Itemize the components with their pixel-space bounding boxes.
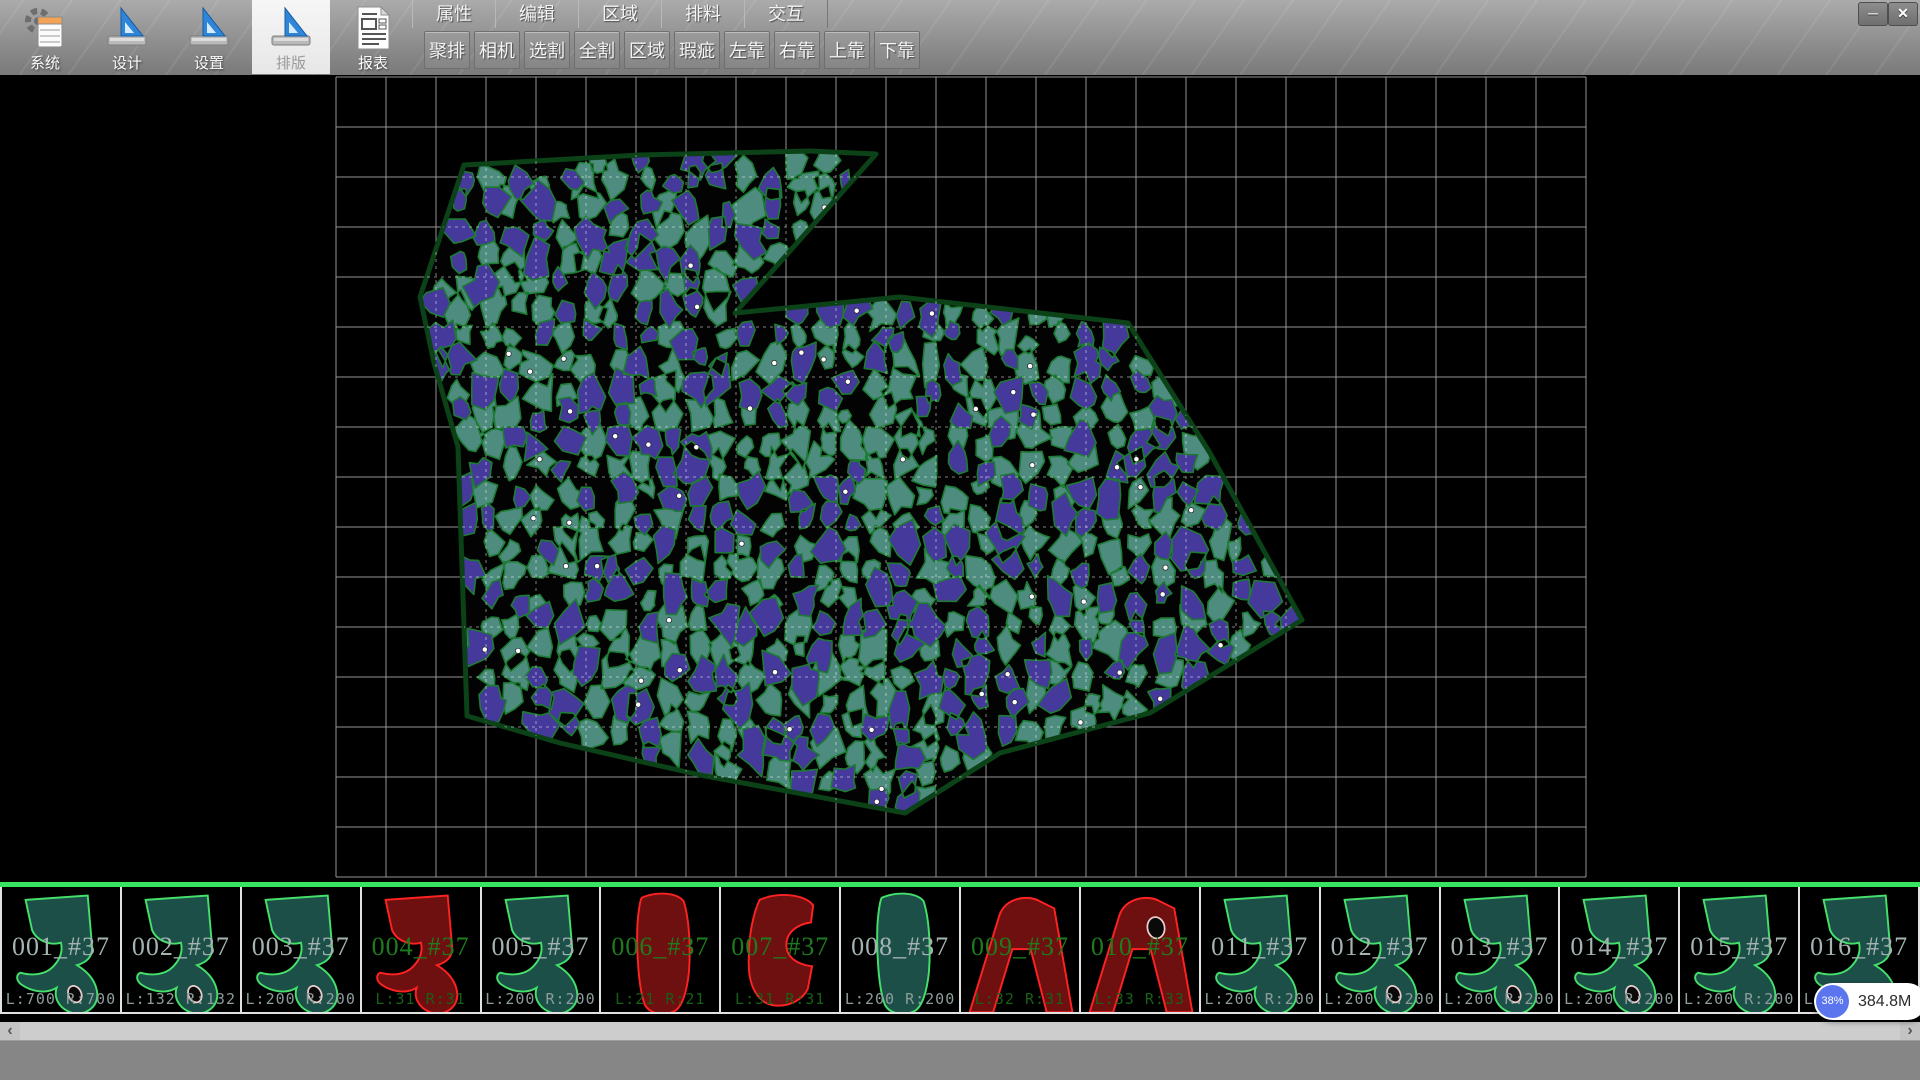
piece-lr-count: L:32 R:31: [961, 990, 1079, 1008]
piece-id-label: 013_#37: [1441, 932, 1559, 962]
menu-tab-3[interactable]: 区域: [578, 0, 662, 28]
piece-cell-4[interactable]: 004_#37 L:31 R:31: [362, 887, 482, 1014]
progress-badge[interactable]: 38% 384.8M: [1814, 983, 1920, 1020]
piece-cell-2[interactable]: 002_#37 L:132 R:132: [122, 887, 242, 1014]
piece-id-label: 001_#37: [2, 932, 120, 962]
report-icon: [349, 4, 397, 52]
scroll-left-arrow-icon[interactable]: ‹: [0, 1022, 20, 1040]
tool-button-3[interactable]: 选割: [524, 31, 570, 69]
app-button-3[interactable]: 设置: [170, 0, 248, 74]
piece-cell-14[interactable]: 014_#37 L:200 R:200: [1560, 887, 1680, 1014]
menu-tab-4[interactable]: 排料: [661, 0, 745, 28]
progress-percent: 38%: [1816, 985, 1849, 1018]
piece-cell-6[interactable]: 006_#37 L:21 R:21: [601, 887, 721, 1014]
settings-icon: [185, 4, 233, 52]
app-button-5[interactable]: 报表: [334, 0, 412, 74]
piece-id-label: 008_#37: [841, 932, 959, 962]
system-icon: [21, 4, 69, 52]
piece-lr-count: L:200 R:200: [1560, 990, 1678, 1008]
piece-cell-1[interactable]: 001_#37 L:700 R:700: [0, 887, 122, 1014]
piece-id-label: 010_#37: [1081, 932, 1199, 962]
piece-id-label: 009_#37: [961, 932, 1079, 962]
piece-cell-8[interactable]: 008_#37 L:200 R:200: [841, 887, 961, 1014]
app-button-4[interactable]: 排版: [252, 0, 330, 74]
piece-id-label: 004_#37: [362, 932, 480, 962]
piece-cell-13[interactable]: 013_#37 L:200 R:200: [1441, 887, 1561, 1014]
piece-id-label: 012_#37: [1321, 932, 1439, 962]
memory-size-label: 384.8M: [1858, 983, 1911, 1020]
layout-icon: [267, 4, 315, 52]
piece-lr-count: L:21 R:21: [601, 990, 719, 1008]
piece-lr-count: L:200 R:200: [242, 990, 360, 1008]
piece-lr-count: L:33 R:33: [1081, 990, 1199, 1008]
piece-lr-count: L:200 R:200: [482, 990, 600, 1008]
app-button-2[interactable]: 设计: [88, 0, 166, 74]
piece-id-label: 002_#37: [122, 932, 240, 962]
nesting-canvas[interactable]: [0, 75, 1920, 882]
tool-button-1[interactable]: 聚排: [424, 31, 470, 69]
app-button-label: 排版: [252, 52, 330, 73]
app-button-label: 系统: [6, 52, 84, 73]
piece-id-label: 003_#37: [242, 932, 360, 962]
app-button-1[interactable]: 系统: [6, 0, 84, 74]
app-button-label: 报表: [334, 52, 412, 73]
piece-cell-7[interactable]: 007_#37 L:31 R:31: [721, 887, 841, 1014]
tool-button-9[interactable]: 上靠: [824, 31, 870, 69]
piece-cell-10[interactable]: 010_#37 L:33 R:33: [1081, 887, 1201, 1014]
menu-tab-2[interactable]: 编辑: [495, 0, 579, 28]
tool-button-6[interactable]: 瑕疵: [674, 31, 720, 69]
piece-id-label: 016_#37: [1800, 932, 1918, 962]
piece-id-label: 005_#37: [482, 932, 600, 962]
menu-tab-5[interactable]: 交互: [744, 0, 828, 28]
piece-library-strip: 001_#37L:700 R:700002_#37L:132 R:132003_…: [0, 882, 1920, 1022]
piece-cells: 001_#37L:700 R:700002_#37L:132 R:132003_…: [0, 887, 1920, 1014]
piece-lr-count: L:31 R:31: [362, 990, 480, 1008]
piece-cell-3[interactable]: 003_#37 L:200 R:200: [242, 887, 362, 1014]
piece-cell-12[interactable]: 012_#37 L:200 R:200: [1321, 887, 1441, 1014]
piece-id-label: 007_#37: [721, 932, 839, 962]
app-button-label: 设计: [88, 52, 166, 73]
horizontal-scrollbar[interactable]: ‹ ›: [0, 1022, 1920, 1040]
minimize-button[interactable]: ─: [1858, 2, 1888, 26]
piece-lr-count: L:200 R:200: [1680, 990, 1798, 1008]
piece-id-label: 006_#37: [601, 932, 719, 962]
tool-button-4[interactable]: 全割: [574, 31, 620, 69]
status-bar: [0, 1040, 1920, 1080]
piece-id-label: 014_#37: [1560, 932, 1678, 962]
piece-cell-9[interactable]: 009_#37 L:32 R:31: [961, 887, 1081, 1014]
design-icon: [103, 4, 151, 52]
piece-id-label: 011_#37: [1201, 932, 1319, 962]
piece-lr-count: L:200 R:200: [1321, 990, 1439, 1008]
piece-cell-5[interactable]: 005_#37 L:200 R:200: [482, 887, 602, 1014]
scroll-right-arrow-icon[interactable]: ›: [1900, 1022, 1920, 1040]
piece-id-label: 015_#37: [1680, 932, 1798, 962]
menu-tab-1[interactable]: 属性: [412, 0, 496, 28]
tool-button-5[interactable]: 区域: [624, 31, 670, 69]
close-button[interactable]: ✕: [1888, 2, 1918, 26]
tool-button-2[interactable]: 相机: [474, 31, 520, 69]
piece-lr-count: L:200 R:200: [1201, 990, 1319, 1008]
piece-lr-count: L:200 R:200: [841, 990, 959, 1008]
piece-lr-count: L:200 R:200: [1441, 990, 1559, 1008]
piece-lr-count: L:132 R:132: [122, 990, 240, 1008]
tool-button-10[interactable]: 下靠: [874, 31, 920, 69]
piece-cell-15[interactable]: 015_#37 L:200 R:200: [1680, 887, 1800, 1014]
piece-cell-11[interactable]: 011_#37 L:200 R:200: [1201, 887, 1321, 1014]
piece-lr-count: L:700 R:700: [2, 990, 120, 1008]
app-button-label: 设置: [170, 52, 248, 73]
piece-lr-count: L:31 R:31: [721, 990, 839, 1008]
tool-button-8[interactable]: 右靠: [774, 31, 820, 69]
app-window: 系统设计设置排版报表 属性编辑区域排料交互 聚排相机选割全割区域瑕疵左靠右靠上靠…: [0, 0, 1920, 1080]
main-toolbar: 系统设计设置排版报表 属性编辑区域排料交互 聚排相机选割全割区域瑕疵左靠右靠上靠…: [0, 0, 1920, 76]
tool-button-7[interactable]: 左靠: [724, 31, 770, 69]
